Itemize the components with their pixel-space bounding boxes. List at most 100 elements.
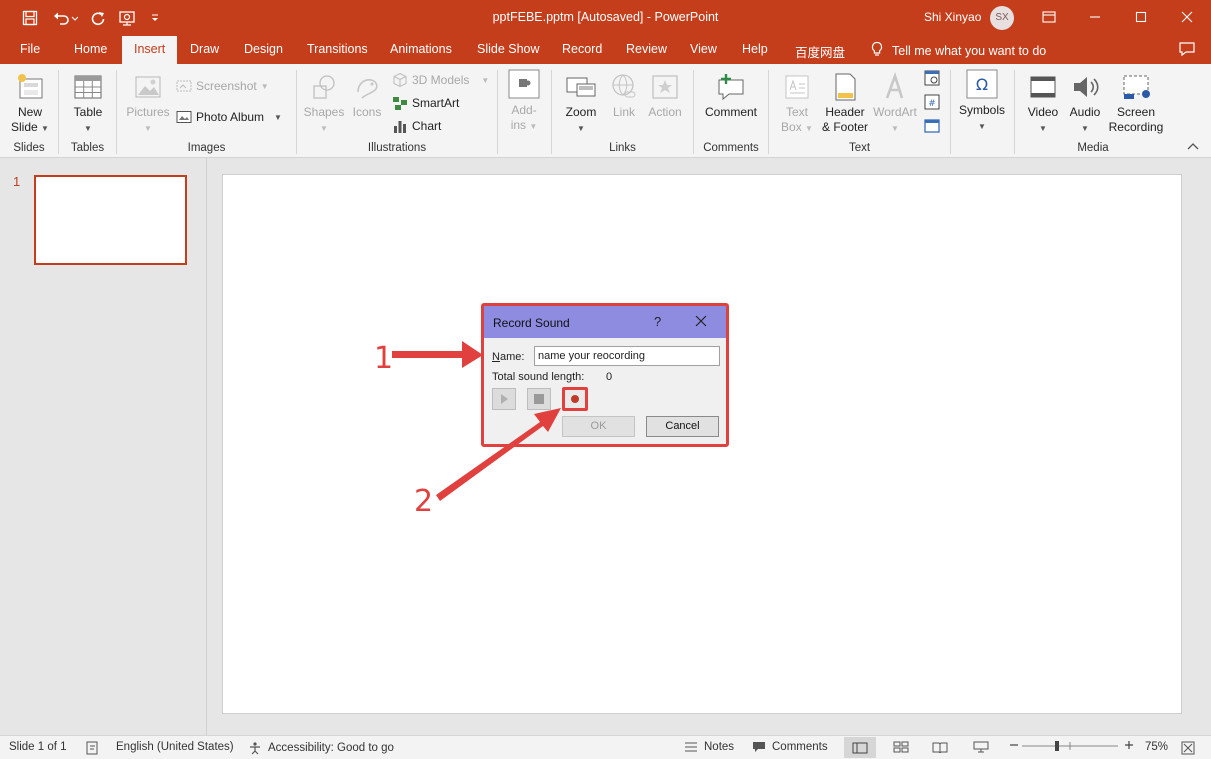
new-slide-icon (18, 74, 43, 99)
group-label-images: Images (187, 142, 226, 154)
add-ins-button[interactable]: Add- ins ▼ (502, 68, 546, 134)
header-footer-button[interactable]: Header & Footer (818, 72, 872, 135)
icons-button[interactable]: Icons (348, 72, 386, 120)
tab-animations[interactable]: Animations (390, 42, 452, 56)
language[interactable]: English (United States) (116, 741, 234, 753)
zoom-slider[interactable] (1022, 740, 1118, 752)
comment-icon (718, 74, 744, 101)
avatar[interactable]: SX (990, 6, 1014, 30)
close-icon[interactable] (1172, 6, 1202, 28)
tab-draw[interactable]: Draw (190, 42, 219, 56)
step-1-label: 1 (374, 341, 394, 376)
symbols-label: Symbols (958, 103, 1005, 117)
text-box-icon (785, 75, 809, 99)
screen-recording-button[interactable]: Screen Recording (1106, 72, 1166, 135)
slide-number-icon[interactable]: # (924, 94, 940, 113)
status-bar: Slide 1 of 1 English (United States) Acc… (0, 735, 1211, 759)
notes-icon (685, 742, 697, 752)
smartart-label: SmartArt (412, 96, 460, 110)
help-button[interactable]: ? (654, 314, 661, 329)
record-icon (571, 395, 579, 403)
notes-label: Notes (704, 741, 735, 753)
new-slide-button[interactable]: New Slide ▼ (8, 72, 52, 136)
maximize-icon[interactable] (1126, 6, 1156, 28)
zoom-level[interactable]: 75% (1145, 741, 1168, 753)
slide-sorter-button[interactable] (893, 741, 909, 753)
video-button[interactable]: Video ▼ (1022, 72, 1064, 136)
tab-transitions[interactable]: Transitions (307, 42, 368, 56)
3d-models-button[interactable]: 3D Models ▼ (392, 72, 489, 88)
tab-home[interactable]: Home (74, 42, 107, 56)
audio-button[interactable]: Audio ▼ (1064, 72, 1106, 136)
play-button[interactable] (492, 388, 516, 410)
comments-panel-icon[interactable] (1178, 41, 1196, 60)
chart-button[interactable]: Chart (392, 118, 441, 134)
add-ins-label-2: ins (510, 118, 527, 132)
photo-album-button[interactable]: Photo Album ▼ (176, 110, 282, 124)
pictures-button[interactable]: Pictures ▼ (122, 72, 174, 136)
shapes-button[interactable]: Shapes ▼ (302, 72, 346, 136)
step-2-label: 2 (414, 484, 434, 519)
dialog-title-bar[interactable]: Record Sound ? (484, 306, 726, 338)
tab-help[interactable]: Help (742, 42, 768, 56)
tell-me-search[interactable]: Tell me what you want to do (870, 41, 1046, 60)
action-button[interactable]: Action (644, 72, 686, 120)
slide-sorter-icon (893, 741, 909, 753)
stop-button[interactable] (527, 388, 551, 410)
tab-review[interactable]: Review (626, 42, 667, 56)
comments-button[interactable]: Comments (752, 741, 828, 753)
zoom-button[interactable]: Zoom ▼ (558, 72, 604, 136)
symbols-button[interactable]: Ω Symbols ▼ (956, 68, 1008, 134)
minimize-icon[interactable] (1080, 6, 1110, 28)
zoom-in-button[interactable] (1124, 739, 1134, 751)
text-box-button[interactable]: Text Box ▼ (776, 72, 818, 136)
slide-thumbnail[interactable] (34, 175, 187, 265)
notes-button[interactable]: Notes (684, 741, 734, 753)
tab-record[interactable]: Record (562, 42, 602, 56)
tab-slide-show[interactable]: Slide Show (477, 42, 540, 56)
smartart-button[interactable]: SmartArt (392, 95, 459, 111)
dialog-close-icon[interactable] (694, 314, 708, 331)
document-title: pptFEBE.pptm [Autosaved] - PowerPoint (492, 10, 719, 24)
icons-label: Icons (352, 105, 382, 119)
photo-album-label: Photo Album (196, 110, 265, 124)
tab-file[interactable]: File (20, 42, 40, 56)
text-box-label-2: Box (781, 120, 802, 134)
object-icon[interactable] (924, 118, 940, 137)
user-name[interactable]: Shi Xinyao (924, 10, 981, 24)
tab-design[interactable]: Design (244, 42, 283, 56)
group-label-illustrations: Illustrations (367, 142, 427, 154)
cancel-button[interactable]: Cancel (646, 416, 719, 437)
fit-slide-button[interactable] (1181, 741, 1195, 755)
collapse-ribbon-icon[interactable] (1186, 140, 1200, 154)
normal-view-button[interactable] (844, 737, 876, 758)
screenshot-icon (176, 80, 192, 92)
slide-count[interactable]: Slide 1 of 1 (9, 741, 67, 753)
ok-button[interactable]: OK (562, 416, 635, 437)
slide-show-icon (973, 741, 989, 753)
reading-view-button[interactable] (932, 741, 948, 753)
recording-name-input[interactable]: name your reocording (534, 346, 720, 366)
comment-button[interactable]: Comment (700, 72, 762, 120)
tab-view[interactable]: View (690, 42, 717, 56)
screenshot-button[interactable]: Screenshot ▼ (176, 79, 269, 93)
tab-insert[interactable]: Insert (122, 36, 178, 64)
chart-label: Chart (412, 119, 442, 133)
table-button[interactable]: Table ▼ (64, 72, 112, 136)
speaker-icon (1074, 77, 1099, 97)
chart-icon (394, 121, 406, 133)
wordart-button[interactable]: WordArt ▼ (872, 72, 918, 136)
record-button[interactable] (562, 387, 588, 411)
spelling-check-icon[interactable] (86, 741, 100, 755)
zoom-out-button[interactable] (1009, 739, 1019, 751)
slide-show-button[interactable] (973, 741, 989, 753)
tab-baidu-netdisk[interactable]: 百度网盘 (795, 42, 845, 61)
group-label-slides: Slides (13, 142, 45, 154)
slide-thumbnail-pane: 1 (0, 158, 207, 735)
date-time-icon[interactable] (924, 70, 940, 89)
accessibility-checker[interactable]: Accessibility: Good to go (248, 741, 394, 755)
header-footer-icon (835, 73, 856, 101)
link-button[interactable]: Link (606, 72, 642, 120)
add-ins-label-1: Add- (511, 103, 537, 117)
ribbon-display-options-icon[interactable] (1034, 6, 1064, 28)
